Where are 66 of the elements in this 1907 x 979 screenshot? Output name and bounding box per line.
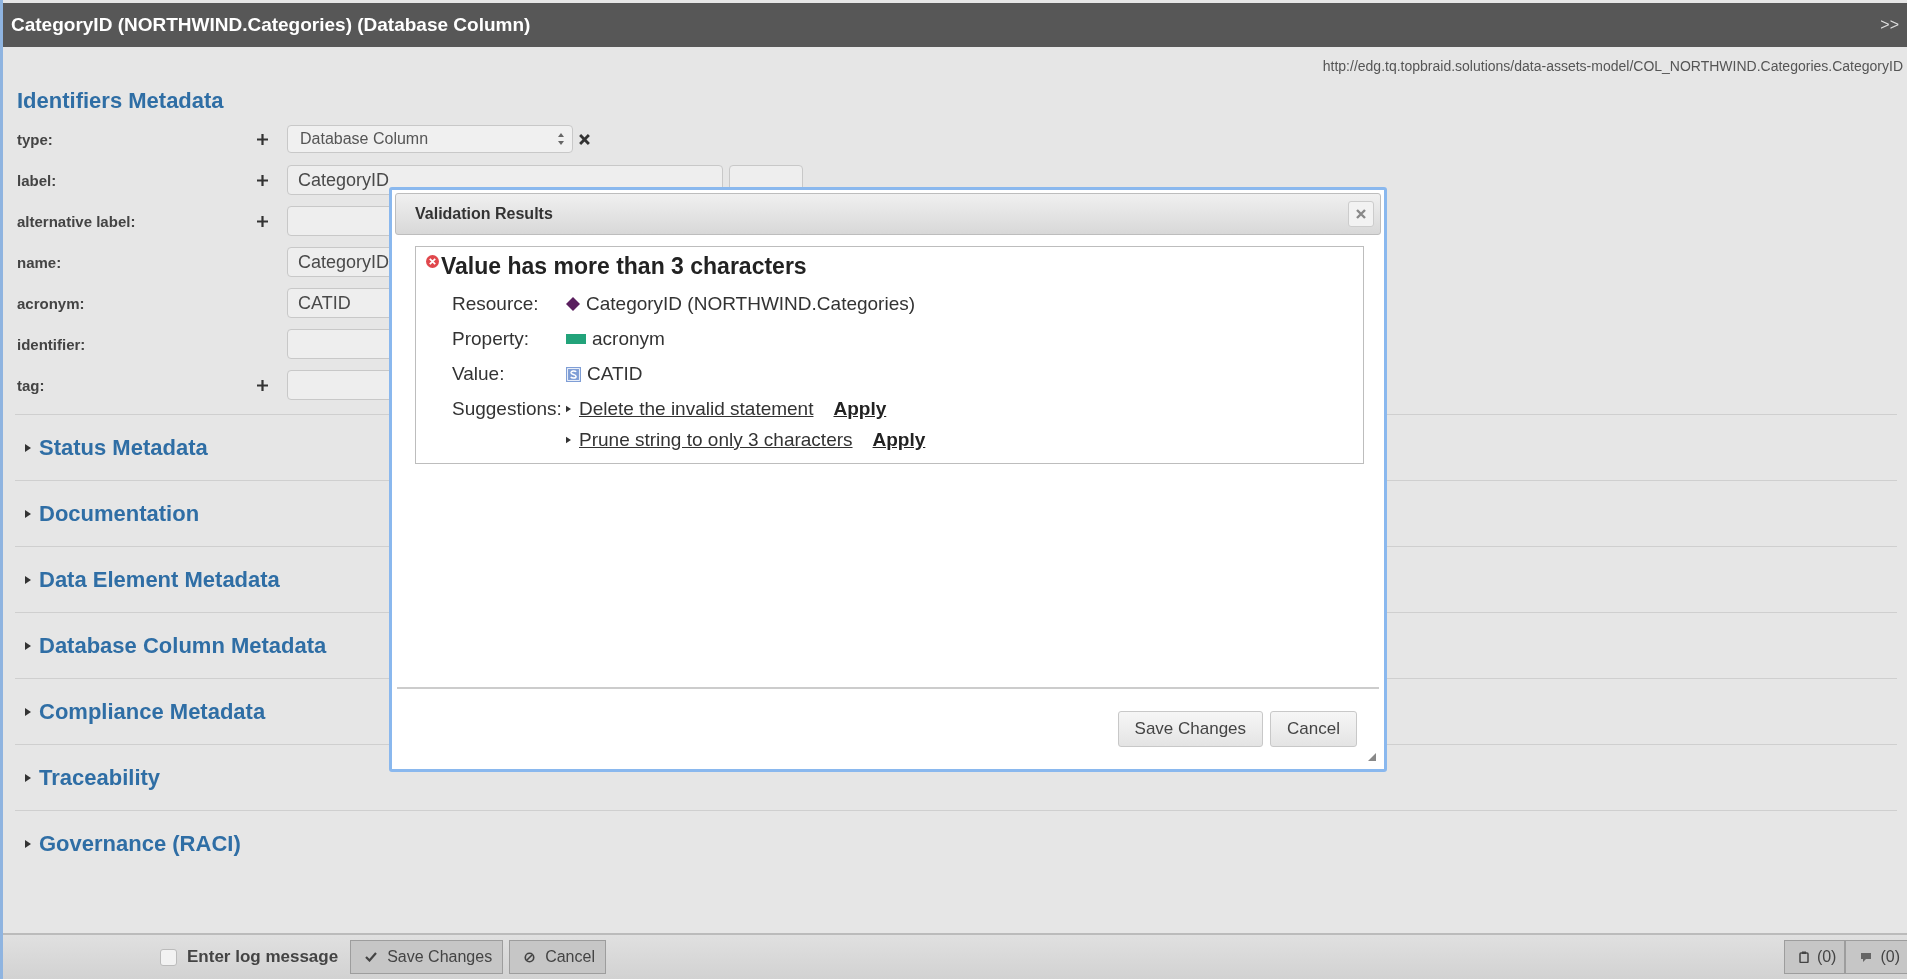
close-button[interactable] [1348,201,1374,227]
caret-icon[interactable] [25,773,31,782]
dialog-title: Validation Results [415,205,553,223]
detail-label: Value: [452,363,506,385]
caret-icon[interactable] [25,707,31,716]
apply-link[interactable]: Apply [872,429,926,451]
clipboard-icon [1798,951,1809,963]
cancel-button[interactable]: Cancel [509,940,606,974]
caret-icon[interactable] [25,641,31,650]
string-icon [566,366,581,382]
property-icon [566,334,586,344]
clipboard-button[interactable]: (0) [1783,940,1846,974]
checkbox-label: Enter log message [187,947,339,967]
suggestion-link[interactable]: Prune string to only 3 characters [579,429,853,451]
field-label: tag: [16,376,46,394]
caret-icon[interactable] [25,839,31,848]
caret-icon[interactable] [25,575,31,584]
add-icon[interactable] [257,133,268,145]
detail-value: CATID [587,363,643,385]
error-icon [426,255,439,268]
add-icon[interactable] [257,379,268,391]
error-message: Value has more than 3 characters [441,253,807,280]
save-button[interactable]: Save Changes [1117,711,1264,747]
cancel-icon [524,951,536,963]
comments-button[interactable]: (0) [1845,940,1907,974]
section-heading: Identifiers Metadata [17,88,225,114]
caret-icon [566,436,571,444]
close-icon [1356,209,1366,219]
add-icon[interactable] [257,215,268,227]
updown-icon [558,133,564,145]
collapse-button[interactable]: >> [1880,16,1899,34]
resize-grip-icon[interactable] [1368,753,1376,761]
resource-uri: http://edg.tq.topbraid.solutions/data-assets-model/COL_NORTHWIND.Categories.CategoryID [1321,57,1904,74]
detail-label: Property: [452,328,531,350]
detail-value: CategoryID (NORTHWIND.Categories) [586,293,916,315]
apply-link[interactable]: Apply [833,398,887,420]
section-heading[interactable]: Status Metadata [39,434,208,461]
comment-icon [1860,951,1873,963]
section-heading[interactable]: Governance (RACI) [39,830,241,857]
checkbox[interactable] [160,948,177,966]
section-heading[interactable]: Database Column Metadata [39,632,327,659]
detail-label: Resource: [452,293,540,315]
suggestion-link[interactable]: Delete the invalid statement [579,398,814,420]
field-label: label: [16,171,58,189]
diamond-icon [566,297,580,311]
detail-value: acronym [592,328,665,350]
field-label: acronym: [16,294,86,312]
cancel-button[interactable]: Cancel [1270,711,1357,747]
resource-title: CategoryID (NORTHWIND.Categories) (Database Column) [11,14,531,36]
section-heading[interactable]: Traceability [39,764,161,791]
field-label: alternative label: [16,212,137,230]
save-button[interactable]: Save Changes [350,940,504,974]
field-label: name: [16,253,63,271]
section-heading[interactable]: Data Element Metadata [39,566,280,593]
field-label: identifier: [16,335,87,353]
field-label: type: [16,130,54,148]
section-heading[interactable]: Compliance Metadata [39,698,266,725]
caret-icon [566,405,571,413]
check-icon [365,952,378,962]
section-heading[interactable]: Documentation [39,500,200,527]
type-select[interactable]: Database Column [287,125,573,153]
remove-icon[interactable] [579,133,590,145]
detail-label: Suggestions: [452,398,560,420]
add-icon[interactable] [257,174,268,186]
caret-icon[interactable] [25,443,31,452]
caret-icon[interactable] [25,509,31,518]
